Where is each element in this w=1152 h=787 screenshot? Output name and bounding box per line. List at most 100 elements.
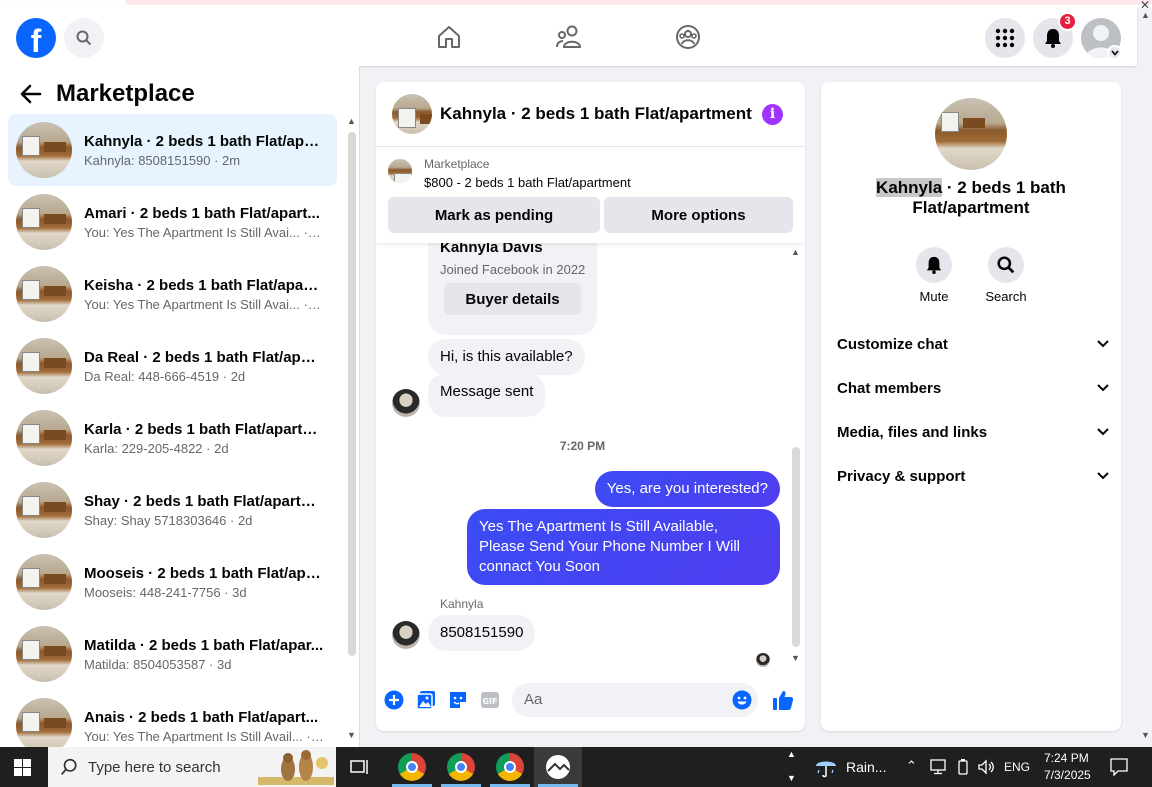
message-bubble-incoming: Hi, is this available? <box>428 339 585 375</box>
conversation-item[interactable]: Anais · 2 beds 1 bath Flat/apart... You: … <box>8 690 337 747</box>
taskbar-search[interactable]: Type here to search <box>48 747 336 787</box>
section-customize-chat[interactable]: Customize chat <box>837 326 1109 362</box>
add-button[interactable] <box>384 690 404 710</box>
scroll-down-icon[interactable]: ▼ <box>347 730 356 740</box>
back-arrow-icon[interactable] <box>20 84 42 104</box>
chevron-down-icon <box>1110 49 1119 56</box>
sticker-icon <box>450 692 466 708</box>
scroll-thumb[interactable] <box>348 132 356 656</box>
search-icon <box>76 30 92 46</box>
scroll-thumb[interactable] <box>792 447 800 647</box>
scroll-up-icon[interactable]: ▲ <box>347 116 356 126</box>
listing-thumbnail <box>16 194 72 250</box>
listing-thumbnail <box>16 266 72 322</box>
home-tab[interactable] <box>434 22 464 52</box>
notification-center-icon[interactable] <box>1110 758 1128 776</box>
conversation-item[interactable]: Keisha · 2 beds 1 bath Flat/apart... You:… <box>8 258 337 330</box>
thumbs-up-icon <box>773 691 794 710</box>
scroll-down-icon[interactable]: ▼ <box>1141 730 1150 740</box>
notifications-button[interactable]: 3 <box>1033 12 1077 58</box>
chat-title[interactable]: Kahnyla · 2 beds 1 bath Flat/apartment <box>440 104 752 124</box>
conversation-item[interactable]: Mooseis · 2 beds 1 bath Flat/apa... Moose… <box>8 546 337 618</box>
facebook-logo[interactable]: f <box>16 18 56 58</box>
mute-action[interactable]: Mute <box>904 247 964 304</box>
section-label: Media, files and links <box>837 423 988 441</box>
like-button[interactable] <box>772 689 794 711</box>
more-options-button[interactable]: More options <box>604 197 793 233</box>
message-composer: GIF Aa <box>376 681 805 723</box>
listing-price-title[interactable]: $800 - 2 beds 1 bath Flat/apartment <box>424 175 631 190</box>
message-input[interactable]: Aa <box>512 683 758 717</box>
conversation-item[interactable]: Matilda · 2 beds 1 bath Flat/apar... Mati… <box>8 618 337 690</box>
conversation-preview: Kahnyla: 8508151590 · 2m <box>84 152 241 168</box>
gif-icon: GIF <box>481 692 499 708</box>
conversation-scrollbar[interactable]: ▲ ▼ <box>346 116 356 746</box>
conversation-preview: Da Real: 448-666-4519 · 2d <box>84 368 246 384</box>
buyer-name: Kahnyla Davis <box>440 243 543 256</box>
search-button[interactable] <box>64 18 104 58</box>
weather-widget[interactable] <box>814 755 838 784</box>
listing-thumbnail <box>16 698 72 747</box>
buyer-details-button[interactable]: Buyer details <box>444 283 581 315</box>
groups-tab[interactable] <box>673 22 703 52</box>
section-chat-members[interactable]: Chat members <box>837 370 1109 406</box>
task-view-button[interactable] <box>350 758 370 781</box>
scroll-up-icon[interactable]: ▲ <box>791 247 800 257</box>
photo-icon <box>416 691 435 710</box>
account-caret[interactable] <box>1107 45 1122 60</box>
menu-button[interactable] <box>985 18 1025 58</box>
thread-scrollbar[interactable]: ▲ ▼ <box>790 247 800 667</box>
chevron-down-icon <box>1097 472 1109 480</box>
sticker-button[interactable] <box>448 690 468 710</box>
conversation-item[interactable]: Da Real · 2 beds 1 bath Flat/apar... Da R… <box>8 330 337 402</box>
bell-icon <box>1045 29 1061 48</box>
message-bubble-outgoing: Yes, are you interested? <box>594 471 780 507</box>
conversation-item[interactable]: Amari · 2 beds 1 bath Flat/apart... You: … <box>8 186 337 258</box>
emoji-button[interactable] <box>732 690 752 710</box>
start-button[interactable] <box>14 759 31 781</box>
clock-time[interactable]: 7:24 PM <box>1044 751 1089 765</box>
search-icon <box>61 758 77 775</box>
language-indicator[interactable]: ENG <box>1004 760 1030 774</box>
section-privacy-support[interactable]: Privacy & support <box>837 458 1109 494</box>
volume-icon[interactable] <box>977 759 995 775</box>
taskbar-scroll[interactable]: ▲ ▼ <box>786 747 796 787</box>
conversation-item[interactable]: Karla · 2 beds 1 bath Flat/apartm... Karl… <box>8 402 337 474</box>
listing-thumbnail[interactable] <box>935 98 1007 170</box>
info-icon[interactable]: i <box>762 104 783 125</box>
scroll-down-icon[interactable]: ▼ <box>787 773 796 783</box>
battery-icon[interactable] <box>956 759 970 775</box>
section-media-files-links[interactable]: Media, files and links <box>837 414 1109 450</box>
network-icon[interactable] <box>930 759 948 775</box>
sender-name: Kahnyla <box>440 597 484 611</box>
page-title: Marketplace <box>56 80 195 107</box>
page-scrollbar[interactable]: ▲ ▼ <box>1140 10 1150 744</box>
conversation-item[interactable]: Kahnyla · 2 beds 1 bath Flat/apa... Kahny… <box>8 114 337 186</box>
conversation-item[interactable]: Shay · 2 beds 1 bath Flat/apartm... Shay:… <box>8 474 337 546</box>
scroll-up-icon[interactable]: ▲ <box>787 749 796 759</box>
search-action[interactable]: Search <box>976 247 1036 304</box>
chrome-app-2[interactable] <box>447 753 475 781</box>
scroll-down-icon[interactable]: ▼ <box>791 653 800 663</box>
active-app-tile[interactable] <box>534 747 582 787</box>
app-icon <box>546 755 570 779</box>
chrome-app-3[interactable] <box>496 753 524 781</box>
weather-text[interactable]: Rain... <box>846 759 886 775</box>
friends-tab[interactable] <box>554 22 584 52</box>
chevron-up-icon[interactable]: ⌃ <box>906 758 917 774</box>
conversation-name: Kahnyla · 2 beds 1 bath Flat/apa... <box>84 132 324 150</box>
gif-button[interactable]: GIF <box>480 690 500 710</box>
listing-thumbnail[interactable] <box>392 94 432 134</box>
message-bubble-outgoing: Yes The Apartment Is Still Available, Pl… <box>467 509 780 585</box>
search-label: Search <box>985 289 1027 304</box>
scroll-up-icon[interactable]: ▲ <box>1141 10 1150 20</box>
chrome-app-1[interactable] <box>398 753 426 781</box>
sender-avatar <box>392 621 420 649</box>
clock-date[interactable]: 7/3/2025 <box>1044 768 1091 782</box>
attach-photo-button[interactable] <box>416 690 436 710</box>
details-title: Kahnyla · 2 beds 1 bath Flat/apartment <box>821 178 1121 218</box>
conversation-name: Shay · 2 beds 1 bath Flat/apartm... <box>84 492 324 510</box>
svg-text:GIF: GIF <box>482 697 497 706</box>
message-timestamp: 7:20 PM <box>559 439 606 453</box>
mark-as-pending-button[interactable]: Mark as pending <box>388 197 600 233</box>
